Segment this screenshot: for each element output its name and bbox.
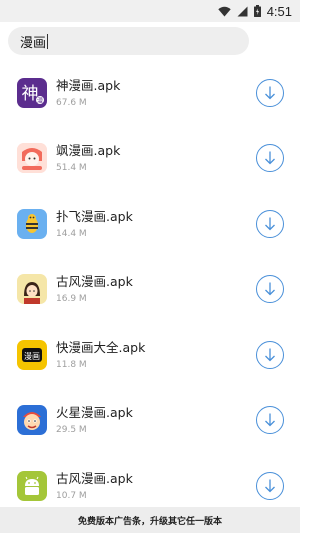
gufeng-manhua-app-icon: [17, 274, 47, 305]
app-name: 古风漫画.apk: [56, 470, 133, 486]
pufei-manhua-app-icon: [17, 208, 47, 239]
file-size: 67.6 M: [56, 97, 87, 108]
sa-manhua-app-icon: [17, 143, 47, 174]
search-bar: [0, 22, 300, 58]
download-icon: [265, 151, 275, 165]
list-item[interactable]: 火星漫画.apk 29.5 M: [0, 388, 300, 454]
status-bar: 4:51: [0, 0, 300, 22]
text-cursor: [47, 34, 48, 49]
download-icon: [265, 348, 275, 362]
shen-manhua-app-icon: 神漫: [17, 77, 47, 108]
huoxing-manhua-app-icon: [17, 405, 47, 436]
file-size: 51.4 M: [56, 163, 87, 174]
app-name: 扑飞漫画.apk: [56, 208, 133, 224]
svg-text:神: 神: [22, 84, 39, 104]
app-name: 快漫画大全.apk: [56, 339, 146, 355]
ad-banner-text: 免费版本广告条，升级其它任一版本: [77, 516, 222, 527]
clock: 4:51: [266, 3, 292, 19]
kuai-manhua-app-icon: 漫画: [17, 339, 47, 370]
wifi-icon: [217, 6, 231, 17]
list-item[interactable]: 扑飞漫画.apk 14.4 M: [0, 191, 300, 257]
download-button[interactable]: [256, 471, 284, 500]
file-size: 11.8 M: [56, 359, 87, 370]
ad-banner[interactable]: 免费版本广告条，升级其它任一版本: [0, 507, 300, 533]
svg-text:漫画: 漫画: [24, 351, 40, 361]
app-name: 飒漫画.apk: [56, 143, 121, 159]
list-item[interactable]: 漫画 快漫画大全.apk 11.8 M: [0, 322, 300, 388]
file-size: 10.7 M: [56, 490, 87, 501]
list-item[interactable]: 古风漫画.apk 16.9 M: [0, 257, 300, 323]
download-button[interactable]: [256, 78, 284, 107]
download-icon: [265, 217, 275, 231]
download-icon: [265, 413, 275, 427]
search-box[interactable]: [8, 27, 249, 55]
download-button[interactable]: [256, 144, 284, 173]
battery-icon: [253, 5, 261, 17]
list-item[interactable]: 飒漫画.apk 51.4 M: [0, 126, 300, 192]
file-size: 16.9 M: [56, 294, 87, 305]
download-button[interactable]: [256, 209, 284, 238]
download-button[interactable]: [256, 340, 284, 369]
results-list: 神漫 神漫画.apk 67.6 M 飒漫画.apk 51.4 M 扑飞漫画.ap…: [0, 60, 300, 519]
android-app-icon: [17, 470, 47, 501]
download-icon: [265, 86, 275, 100]
app-name: 古风漫画.apk: [56, 274, 133, 290]
signal-icon: [237, 6, 248, 17]
search-input[interactable]: [20, 33, 220, 49]
app-name: 神漫画.apk: [56, 77, 121, 93]
download-button[interactable]: [256, 275, 284, 304]
download-icon: [265, 282, 275, 296]
file-size: 14.4 M: [56, 228, 87, 239]
app-name: 火星漫画.apk: [56, 405, 133, 421]
svg-text:漫: 漫: [37, 96, 43, 104]
file-size: 29.5 M: [56, 425, 87, 436]
download-icon: [265, 479, 275, 493]
list-item[interactable]: 神漫 神漫画.apk 67.6 M: [0, 60, 300, 126]
download-button[interactable]: [256, 406, 284, 435]
